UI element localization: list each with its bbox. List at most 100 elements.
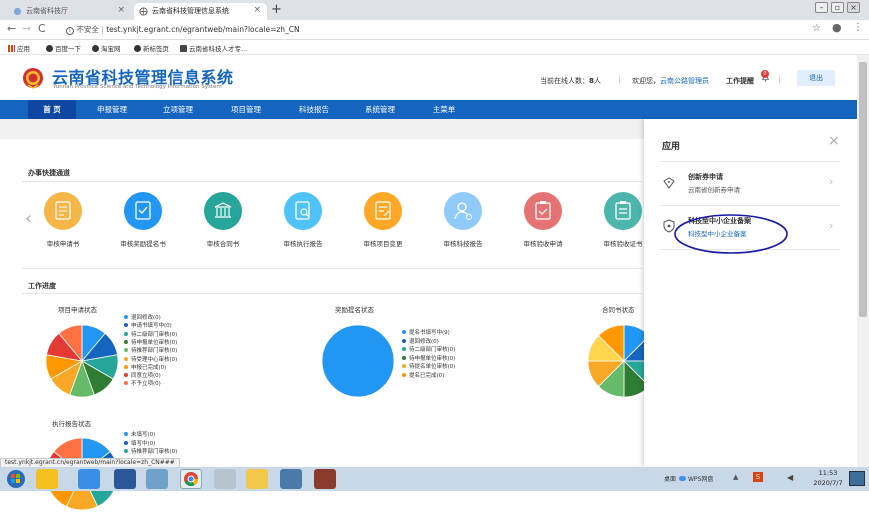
legend-item[interactable]: 申请书填写中(0)	[124, 321, 172, 329]
clock-date[interactable]: 2020/7/7	[808, 479, 848, 487]
checklist-icon	[135, 201, 151, 220]
app-item-innovation-voucher[interactable]: 创新券申请 云南省创新券申请 ›	[644, 163, 857, 203]
legend-item[interactable]: 待二级部门审核(0)	[402, 345, 455, 353]
legend-label: 同意立项(0)	[131, 373, 161, 380]
url-text: test.ynkjt.egrant.cn/egrantweb/main?loca…	[106, 25, 300, 34]
browser-tab[interactable]: 云南省科技厅 ×	[8, 3, 131, 20]
taskbar-app-icon[interactable]	[280, 469, 302, 489]
project-application-pie-chart[interactable]	[44, 323, 120, 399]
close-icon[interactable]: ×	[828, 133, 840, 149]
nav-approval[interactable]: 立项管理	[152, 100, 204, 119]
legend-item[interactable]: 填写中(0)	[124, 439, 155, 447]
quick-item[interactable]	[364, 192, 402, 230]
show-desktop-icon[interactable]	[849, 471, 865, 486]
close-tab-icon[interactable]: ×	[117, 5, 125, 15]
bookmark-baidu[interactable]: 百度一下	[46, 43, 81, 53]
desktop-label[interactable]: 桌面	[664, 474, 676, 483]
legend-item[interactable]: 待提名单位审核(0)	[402, 362, 455, 370]
pie-slice[interactable]	[321, 324, 395, 398]
forward-arrow-icon[interactable]: →	[22, 22, 31, 35]
close-tab-icon[interactable]: ×	[253, 5, 261, 15]
legend-item[interactable]: 未填写(0)	[124, 430, 155, 438]
maximize-button[interactable]: ▫	[831, 2, 844, 13]
url-field[interactable]: i 不安全 | test.ynkjt.egrant.cn/egrantweb/m…	[62, 23, 822, 37]
username-link[interactable]: 云南公路管理员	[660, 77, 709, 85]
quick-item-label[interactable]: 审核科技报告	[428, 238, 498, 248]
work-reminder-link[interactable]: 工作提醒	[726, 76, 754, 86]
nav-system[interactable]: 系统管理	[354, 100, 406, 119]
legend-item[interactable]: 退回修改(0)	[402, 337, 439, 345]
bookmark-taobao[interactable]: 淘宝网	[92, 43, 121, 53]
legend-item[interactable]: 申报已完成(0)	[124, 363, 166, 371]
cloud-icon	[679, 476, 686, 481]
minimize-button[interactable]: –	[815, 2, 828, 13]
reload-icon[interactable]: C	[38, 22, 46, 35]
legend-label: 提名书填写中(9)	[409, 330, 450, 336]
legend-item[interactable]: 待申报单位审核(0)	[124, 338, 177, 346]
chrome-icon[interactable]	[180, 469, 202, 489]
chevron-left-icon[interactable]: ‹	[25, 208, 32, 229]
folder-icon[interactable]	[246, 469, 268, 489]
quick-item[interactable]	[444, 192, 482, 230]
clock-time[interactable]: 11:53	[808, 469, 848, 477]
browser-tab-active[interactable]: 云南省科技管理信息系统 ×	[134, 3, 267, 20]
legend-label: 提名已完成(0)	[409, 372, 445, 379]
site-favicon-icon	[13, 7, 22, 16]
star-icon[interactable]: ☆	[812, 23, 821, 34]
quick-item-label[interactable]: 审核执行报告	[268, 238, 338, 248]
logout-button[interactable]: 退出	[797, 70, 835, 86]
award-nomination-pie-chart[interactable]	[320, 323, 396, 399]
quick-item-label[interactable]: 审核验收申请	[508, 238, 578, 248]
legend-item[interactable]: 提名已完成(0)	[402, 371, 444, 379]
quick-item-label[interactable]: 审核项目变更	[348, 238, 418, 248]
ie-icon[interactable]	[78, 469, 100, 489]
taskbar-app-icon[interactable]	[36, 469, 58, 489]
taskbar-app-icon[interactable]	[314, 469, 336, 489]
legend-item[interactable]: 提名书填写中(9)	[402, 328, 450, 336]
quick-item[interactable]	[204, 192, 242, 230]
windows-start-icon[interactable]	[4, 469, 28, 489]
wps-cloud[interactable]: WPS网盘	[679, 474, 713, 483]
volume-icon[interactable]: ◀	[787, 473, 793, 482]
info-icon[interactable]: i	[66, 27, 74, 35]
legend-swatch	[124, 432, 128, 436]
tray-chevron-icon[interactable]: ▲	[733, 473, 738, 481]
legend-item[interactable]: 待二级部门审核(0)	[124, 330, 177, 338]
ime-icon[interactable]: S	[753, 472, 763, 482]
back-arrow-icon[interactable]: ←	[7, 22, 16, 35]
nav-home[interactable]: 首 页	[28, 100, 76, 119]
nav-application[interactable]: 申报管理	[86, 100, 138, 119]
legend-item[interactable]: 待推荐部门审核(0)	[124, 346, 177, 354]
quick-item[interactable]	[284, 192, 322, 230]
bookmark-newtab[interactable]: 新标签页	[134, 43, 169, 53]
quick-item[interactable]	[124, 192, 162, 230]
legend-item[interactable]: 待推荐部门审核(0)	[124, 447, 177, 455]
quick-item-label[interactable]: 审核合同书	[188, 238, 258, 248]
paint-icon[interactable]	[214, 469, 236, 489]
quick-item-label[interactable]: 审核奖励提名书	[108, 238, 178, 248]
legend-label: 待二级部门审核(0)	[131, 331, 178, 338]
legend-item[interactable]: 待受理中心审核(0)	[124, 355, 177, 363]
nav-project[interactable]: 项目管理	[220, 100, 272, 119]
legend-item[interactable]: 退回修改(0)	[124, 313, 161, 321]
quick-item[interactable]	[524, 192, 562, 230]
legend-item[interactable]: 同意立项(0)	[124, 371, 161, 379]
bookmark-apps[interactable]: 应用	[8, 43, 30, 53]
nav-tech-report[interactable]: 科技报告	[288, 100, 340, 119]
legend-swatch	[124, 323, 128, 328]
nav-main-menu[interactable]: 主菜单	[420, 100, 468, 119]
taskbar-app-icon[interactable]	[146, 469, 168, 489]
bookmark-yunnan-talent[interactable]: 云南省科技人才专...	[180, 43, 247, 53]
scrollbar-thumb[interactable]	[859, 62, 867, 317]
legend-swatch	[124, 381, 128, 386]
quick-item-label[interactable]: 审核申请书	[28, 238, 98, 248]
new-tab-button[interactable]: +	[271, 2, 282, 17]
quick-item[interactable]	[44, 192, 82, 230]
legend-item[interactable]: 待申报单位审核(0)	[402, 354, 455, 362]
menu-kebab-icon[interactable]: ⋮	[853, 22, 863, 33]
account-icon[interactable]: ●	[832, 21, 842, 34]
word-icon[interactable]	[114, 469, 136, 489]
quick-item[interactable]	[604, 192, 642, 230]
close-window-button[interactable]: ×	[847, 2, 860, 13]
legend-item[interactable]: 不予立项(0)	[124, 379, 161, 387]
